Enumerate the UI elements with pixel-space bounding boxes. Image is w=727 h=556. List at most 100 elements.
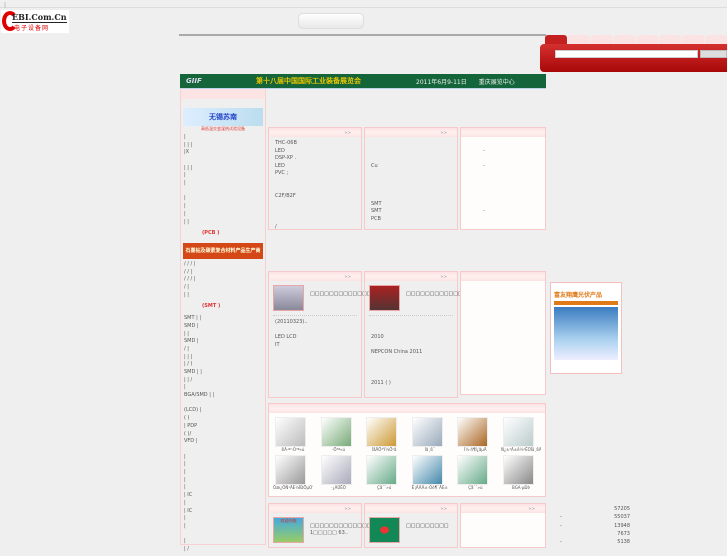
list-item[interactable]: / / |: [184, 269, 262, 277]
list-item[interactable]: [371, 155, 451, 163]
ad-wuxi-sunan[interactable]: 无锡苏南: [183, 108, 263, 126]
list-item[interactable]: [371, 148, 451, 156]
product-caption[interactable]: ßÃ·ª³·Ó³ª»ú: [273, 447, 313, 454]
more-link[interactable]: >>: [269, 272, 361, 281]
list-item[interactable]: [371, 170, 451, 178]
list-item[interactable]: |: [184, 195, 262, 203]
list-item[interactable]: THC-06B: [275, 140, 355, 148]
list-item[interactable]: |: [184, 523, 262, 531]
list-item[interactable]: [275, 216, 355, 224]
list-item[interactable]: | |: [184, 331, 262, 339]
list-item[interactable]: ( )/: [184, 431, 262, 439]
product-item[interactable]: Çå´¨»ú: [364, 455, 404, 492]
list-item[interactable]: | IC: [184, 492, 262, 500]
list-item[interactable]: | /: [184, 546, 262, 554]
list-item[interactable]: | | |: [184, 354, 262, 362]
list-item[interactable]: | |: [184, 219, 262, 227]
more-link[interactable]: >>: [365, 272, 457, 281]
list-item[interactable]: [371, 178, 451, 186]
article-thumbnail[interactable]: [273, 285, 304, 311]
product-item[interactable]: ·¿ÀÜÊÕ: [319, 455, 359, 492]
product-image[interactable]: [320, 417, 352, 447]
product-item[interactable]: ·Ö³ª»ú: [319, 417, 359, 454]
more-link[interactable]: >>: [461, 504, 545, 513]
product-item[interactable]: Ñ¿±³Ã±ê¼²ÊÔÏä¸ßÂÁ: [501, 417, 541, 454]
list-item[interactable]: |: [184, 477, 262, 485]
list-item[interactable]: SMD |: [184, 323, 262, 331]
list-item[interactable]: [275, 201, 355, 209]
list-item[interactable]: [275, 372, 355, 380]
list-item[interactable]: [483, 193, 539, 201]
product-image[interactable]: [457, 417, 489, 447]
list-item[interactable]: [483, 178, 539, 186]
product-image[interactable]: [502, 417, 534, 447]
list-item[interactable]: SMD |: [184, 338, 262, 346]
list-item[interactable]: [184, 188, 262, 196]
smt-category-heading[interactable]: (SMT ): [184, 303, 262, 311]
list-item[interactable]: -: [483, 148, 539, 156]
list-item[interactable]: BGA/SMD | |: [184, 392, 262, 400]
list-item[interactable]: [275, 186, 355, 194]
list-item[interactable]: [483, 155, 539, 163]
product-image[interactable]: [411, 455, 443, 485]
product-caption[interactable]: ·¿ÀÜÊÕ: [319, 485, 359, 492]
list-item[interactable]: |: [184, 454, 262, 462]
list-item[interactable]: [371, 319, 451, 327]
product-caption[interactable]: Ìâ¸ß¨: [410, 447, 450, 454]
list-item[interactable]: Cu: [371, 163, 451, 171]
list-item[interactable]: [371, 186, 451, 194]
list-item[interactable]: [275, 349, 355, 357]
list-item[interactable]: PCB: [371, 216, 451, 224]
product-caption[interactable]: Ì½·ñ¶Í¿ãµÄ: [455, 447, 495, 454]
list-item[interactable]: PVC ;: [275, 170, 355, 178]
product-caption[interactable]: Çå´¨»ú: [364, 485, 404, 492]
list-item[interactable]: / / / |: [184, 276, 262, 284]
list-item[interactable]: / |: [184, 284, 262, 292]
promo-thumbnail[interactable]: [369, 517, 400, 543]
list-item[interactable]: SMD | |: [184, 369, 262, 377]
list-item[interactable]: | | /: [184, 377, 262, 385]
site-logo[interactable]: EBI.Com.Cn 电子设备网: [1, 10, 69, 33]
list-item[interactable]: |: [184, 500, 262, 508]
more-link[interactable]: >>: [365, 128, 457, 137]
list-item[interactable]: |: [184, 134, 262, 142]
list-item[interactable]: [371, 357, 451, 365]
product-item[interactable]: BGA·µÐÞ: [501, 455, 541, 492]
list-item[interactable]: (20110323)..: [275, 319, 355, 327]
list-item[interactable]: [371, 342, 451, 350]
list-item[interactable]: C2F/B2F: [275, 193, 355, 201]
product-item[interactable]: Õæ¿ÕÑ¹ÃÈ¼ÏÐÖµÔ°: [273, 455, 313, 492]
list-item[interactable]: SMT: [371, 208, 451, 216]
list-item[interactable]: [275, 365, 355, 373]
list-item[interactable]: | / ): [184, 361, 262, 369]
product-caption[interactable]: BGA·µÐÞ: [501, 485, 541, 492]
article-thumbnail[interactable]: [369, 285, 400, 311]
list-item[interactable]: /: [275, 224, 355, 232]
list-item[interactable]: [371, 140, 451, 148]
product-item[interactable]: Ê¡ÃÂÃ±·Õè¶¨ÅÈ±: [410, 455, 450, 492]
list-item[interactable]: (LCD) |: [184, 407, 262, 415]
catalog-cover[interactable]: 富友翔鹰光伏产品: [550, 282, 622, 374]
product-image[interactable]: [275, 455, 306, 485]
list-item[interactable]: [371, 327, 451, 335]
list-item[interactable]: | | |: [184, 165, 262, 173]
list-item[interactable]: |: [184, 180, 262, 188]
list-item[interactable]: [184, 446, 262, 454]
more-link[interactable]: >>: [269, 128, 361, 137]
more-link[interactable]: >>: [365, 504, 457, 513]
product-image[interactable]: [411, 417, 443, 447]
list-item[interactable]: VFD |: [184, 438, 262, 446]
list-item[interactable]: -: [483, 208, 539, 216]
list-item[interactable]: | PDP: [184, 423, 262, 431]
list-item[interactable]: [275, 208, 355, 216]
list-item[interactable]: [184, 400, 262, 408]
product-caption[interactable]: Õæ¿ÕÑ¹ÃÈ¼ÏÐÖµÔ°: [273, 485, 313, 492]
product-image[interactable]: [366, 417, 398, 447]
product-caption[interactable]: ·Ö³ª»ú: [319, 447, 359, 454]
list-item[interactable]: | IC: [184, 508, 262, 516]
product-caption[interactable]: Çå´¨»ú: [455, 485, 495, 492]
list-item[interactable]: [483, 170, 539, 178]
list-item[interactable]: |: [184, 384, 262, 392]
list-item[interactable]: / |: [184, 346, 262, 354]
list-item[interactable]: [275, 327, 355, 335]
